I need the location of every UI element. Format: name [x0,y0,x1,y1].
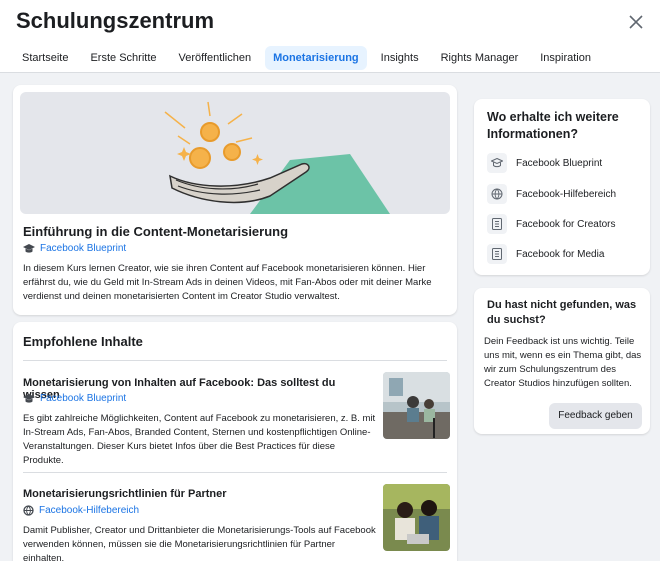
kitchen-photo-image [383,372,450,439]
coins-hand-illustration [164,101,390,214]
people-laptop-photo-image [383,484,450,551]
link-label: Facebook-Hilfebereich [516,188,617,200]
feedback-title: Du hast nicht gefunden, was du suchst? [487,299,637,326]
course-source[interactable]: Facebook Blueprint [23,243,126,254]
course-description: In diesem Kurs lernen Creator, wie sie i… [23,263,432,302]
tab-inspiration[interactable]: Inspiration [532,46,599,70]
link-facebook-blueprint[interactable]: Facebook Blueprint [487,153,602,173]
tab-monetarisierung[interactable]: Monetarisierung [265,46,367,70]
document-icon [487,244,507,264]
more-info-title: Wo erhalte ich weitere Informationen? [487,110,619,141]
link-facebook-for-creators[interactable]: Facebook for Creators [487,214,616,234]
list-item-title[interactable]: Monetarisierungsrichtlinien für Partner [23,488,373,500]
page-title: Schulungszentrum [16,8,215,33]
document-icon [487,214,507,234]
tab-veroeffentlichen[interactable]: Veröffentlichen [171,46,260,70]
link-facebook-hilfebereich[interactable]: Facebook-Hilfebereich [487,184,616,204]
header: Schulungszentrum Startseite Erste Schrit… [0,0,660,73]
tab-rights-manager[interactable]: Rights Manager [433,46,527,70]
link-label: Facebook for Creators [516,218,616,230]
list-item-source-label: Facebook Blueprint [40,393,127,404]
feedback-card: Du hast nicht gefunden, was du suchst? D… [474,288,650,434]
tab-startseite[interactable]: Startseite [14,46,76,70]
graduation-cap-icon [23,243,35,253]
graduation-cap-icon [487,153,507,173]
list-item-description: Damit Publisher, Creator und Drittanbiet… [23,525,376,561]
link-facebook-for-media[interactable]: Facebook for Media [487,244,604,264]
tab-bar: Startseite Erste Schritte Veröffentliche… [14,46,599,70]
divider [23,360,447,361]
list-item-thumbnail[interactable] [383,372,450,439]
list-item-thumbnail[interactable] [383,484,450,551]
course-title[interactable]: Einführung in die Content-Monetarisierun… [23,224,288,239]
recommended-heading: Empfohlene Inhalte [23,334,143,349]
more-info-card: Wo erhalte ich weitere Informationen? Fa… [474,99,650,275]
course-source-label: Facebook Blueprint [40,243,127,254]
tab-insights[interactable]: Insights [373,46,427,70]
globe-icon [487,184,507,204]
list-item-source[interactable]: Facebook-Hilfebereich [23,505,139,516]
close-icon[interactable] [626,12,646,32]
list-item-source[interactable]: Facebook Blueprint [23,393,126,404]
graduation-cap-icon [23,393,35,403]
feedback-button[interactable]: Feedback geben [549,403,642,429]
course-card[interactable]: Einführung in die Content-Monetarisierun… [13,85,457,315]
recommended-card: Empfohlene Inhalte Monetarisierung von I… [13,322,457,561]
link-label: Facebook Blueprint [516,157,603,169]
tab-erste-schritte[interactable]: Erste Schritte [82,46,164,70]
feedback-text: Dein Feedback ist uns wichtig. Teile uns… [484,336,642,389]
course-banner-illustration [20,92,450,214]
list-item-description: Es gibt zahlreiche Möglichkeiten, Conten… [23,413,376,466]
list-item-source-label: Facebook-Hilfebereich [39,505,140,516]
divider [23,472,447,473]
help-center-icon [23,505,34,516]
link-label: Facebook for Media [516,248,605,260]
